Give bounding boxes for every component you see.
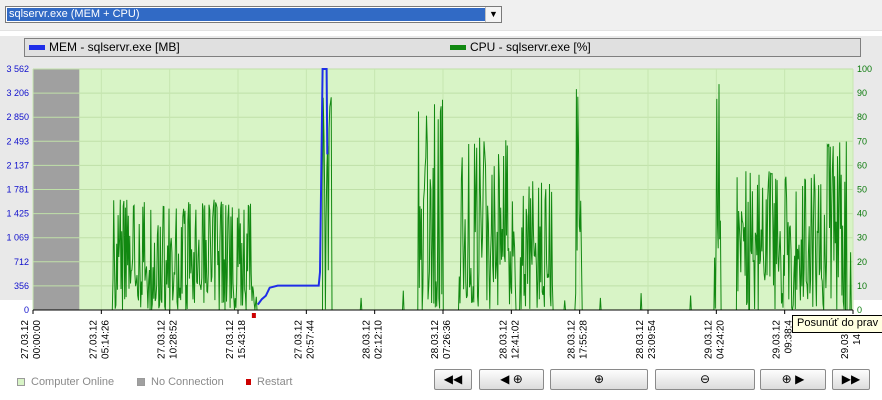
nav-next-zoom-button[interactable]: ⊕ ▶ — [760, 369, 826, 390]
x-tick-date: 28.03.12 — [362, 320, 373, 359]
double-right-arrow-icon: ▶▶ — [841, 372, 861, 386]
legend-cpu-label: CPU - sqlservr.exe [%] — [470, 40, 591, 54]
y-left-tick-label: 2 850 — [6, 112, 29, 122]
y-right-tick-label: 50 — [857, 185, 867, 195]
legend-cpu: CPU - sqlservr.exe [%] — [450, 40, 591, 55]
x-tick-label: 27.03.1200:00:00 — [20, 320, 43, 359]
y-right-tick-label: 90 — [857, 88, 867, 98]
legend-online: Computer Online — [17, 376, 114, 388]
x-tick-time: 07:26:36 — [442, 320, 453, 359]
zoom-in-icon: ⊕ — [512, 372, 523, 386]
x-tick-date: 28.03.12 — [430, 320, 441, 359]
nav-prev-zoom-button[interactable]: ◀ ⊕ — [479, 369, 544, 390]
restart-swatch — [246, 379, 251, 386]
restart-marker — [251, 313, 256, 318]
x-tick-label: 27.03.1215:43:18 — [225, 320, 248, 359]
legend-no-connection-label: No Connection — [151, 376, 224, 388]
x-tick-time: 17:55:28 — [579, 320, 590, 359]
y-left-tick-label: 356 — [14, 281, 29, 291]
x-tick-time: 05:14:26 — [100, 320, 111, 359]
x-tick-date: 28.03.12 — [567, 320, 578, 359]
x-tick-date: 28.03.12 — [635, 320, 646, 359]
y-right-tick-label: 70 — [857, 136, 867, 146]
nav-first-button[interactable]: ◀◀ — [434, 369, 472, 390]
x-tick-time: 10:28:52 — [169, 320, 180, 359]
x-tick-date: 29.03.12 — [703, 320, 714, 359]
no-connection-swatch — [137, 378, 145, 387]
x-tick-label: 28.03.1207:26:36 — [430, 320, 453, 359]
x-tick-date: 27.03.12 — [88, 320, 99, 359]
zoom-out-icon: ⊖ — [699, 372, 711, 386]
y-right-tick-label: 60 — [857, 160, 867, 170]
x-tick-date: 27.03.12 — [293, 320, 304, 359]
zoom-in-icon: ⊕ — [593, 372, 605, 386]
y-right-tick-label: 40 — [857, 209, 867, 219]
chart-area[interactable]: 0 356 712 1 069 1 425 1 781 2 137 2 493 2 850 3 2… — [0, 60, 882, 360]
y-right-tick-label: 10 — [857, 281, 867, 291]
y-right-tick-label: 30 — [857, 233, 867, 243]
y-left-tick-label: 1 425 — [6, 209, 29, 219]
zoom-in-icon: ⊕ — [781, 372, 792, 386]
x-tick-label: 27.03.1205:14:26 — [88, 320, 111, 359]
y-right-tick-label: 20 — [857, 257, 867, 267]
nav-last-button[interactable]: ▶▶ — [832, 369, 870, 390]
cpu-swatch — [450, 45, 466, 51]
legend-restart: Restart — [246, 376, 292, 388]
double-left-arrow-icon: ◀◀ — [443, 372, 463, 386]
series-selector-value: sqlservr.exe (MEM + CPU) — [7, 8, 485, 21]
x-tick-date: 27.03.12 — [20, 320, 31, 359]
x-tick-label: 28.03.1223:09:54 — [635, 320, 658, 359]
y-right-tick-label: 80 — [857, 112, 867, 122]
y-left-tick-label: 2 493 — [6, 136, 29, 146]
left-arrow-icon: ◀ — [500, 372, 510, 386]
y-right-tick-label: 100 — [857, 64, 872, 74]
x-tick-time: 23:09:54 — [647, 320, 658, 359]
right-arrow-icon: ▶ — [795, 372, 805, 386]
zoom-out-button[interactable]: ⊖ — [655, 369, 755, 390]
x-tick-time: 02:12:10 — [374, 320, 385, 359]
legend-online-label: Computer Online — [31, 376, 115, 388]
x-tick-time: 12:41:02 — [510, 320, 521, 359]
x-tick-label: 29.03.1204:24:20 — [703, 320, 726, 359]
x-tick-label: 27.03.1220:57:44 — [293, 320, 316, 359]
x-tick-label: 28.03.1212:41:02 — [498, 320, 521, 359]
series-selector[interactable]: sqlservr.exe (MEM + CPU) ▼ — [5, 6, 502, 23]
x-tick-date: 27.03.12 — [157, 320, 168, 359]
chevron-down-icon[interactable]: ▼ — [485, 7, 501, 22]
x-tick-label: 28.03.1217:55:28 — [567, 320, 590, 359]
y-left-tick-label: 3 562 — [6, 64, 29, 74]
x-tick-date: 28.03.12 — [498, 320, 509, 359]
x-tick-label: 27.03.1210:28:52 — [157, 320, 180, 359]
y-left-tick-label: 2 137 — [6, 160, 29, 170]
x-tick-time: 00:00:00 — [32, 320, 43, 359]
chart-legend: MEM - sqlservr.exe [MB] CPU - sqlservr.e… — [24, 38, 861, 57]
x-tick-date: 27.03.12 — [225, 320, 236, 359]
zoom-in-button[interactable]: ⊕ — [550, 369, 648, 390]
x-tick-date: 29.03.12 — [772, 320, 783, 359]
x-tick-time: 20:57:44 — [305, 320, 316, 359]
y-left-tick-label: 0 — [24, 305, 29, 315]
tooltip: Posunúť do prav — [792, 315, 882, 333]
x-tick-time: 04:24:20 — [715, 320, 726, 359]
x-tick-time: 15:43:18 — [237, 320, 248, 359]
legend-mem: MEM - sqlservr.exe [MB] — [29, 40, 180, 55]
y-right-tick-label: 0 — [857, 305, 862, 315]
legend-restart-label: Restart — [257, 376, 293, 388]
mem-swatch — [29, 45, 45, 51]
y-left-tick-label: 1 781 — [6, 185, 29, 195]
legend-mem-label: MEM - sqlservr.exe [MB] — [49, 40, 180, 54]
y-left-tick-label: 1 069 — [6, 233, 29, 243]
legend-no-connection: No Connection — [137, 376, 224, 388]
y-left-tick-label: 3 206 — [6, 88, 29, 98]
x-tick-label: 28.03.1202:12:10 — [362, 320, 385, 359]
y-left-tick-label: 712 — [14, 257, 29, 267]
online-swatch — [17, 378, 25, 387]
